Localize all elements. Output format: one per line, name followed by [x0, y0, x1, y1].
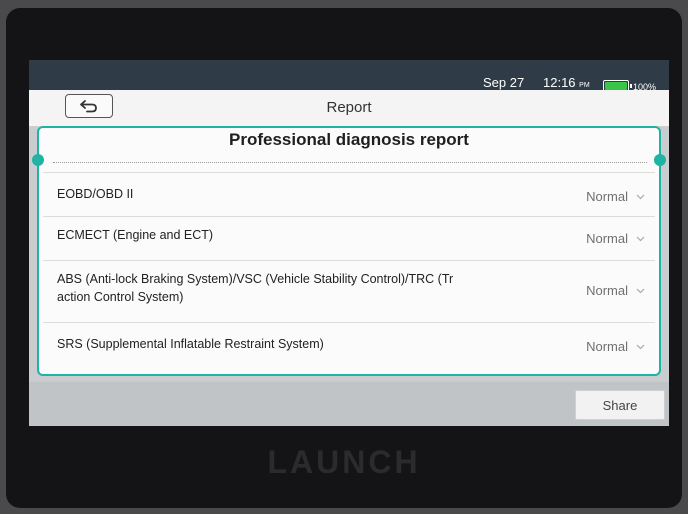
chevron-down-icon — [636, 236, 645, 241]
title-divider — [53, 162, 647, 163]
chevron-down-icon — [636, 344, 645, 349]
page-title: Report — [326, 99, 372, 116]
battery-cap — [630, 84, 632, 88]
status-bar: Sep 27 12:16 PM 100% — [29, 60, 669, 92]
status-value: Normal — [586, 231, 628, 246]
chevron-down-icon — [636, 288, 645, 293]
report-row-abs[interactable]: ABS (Anti-lock Braking System)/VSC (Vehi… — [43, 260, 655, 321]
chevron-down-icon — [636, 194, 645, 199]
report-row-ecmect[interactable]: ECMECT (Engine and ECT) Normal — [43, 216, 655, 259]
card-notch-right — [654, 154, 666, 166]
device-brand-logo: LAUNCH — [267, 444, 421, 480]
status-value: Normal — [586, 189, 628, 204]
status-ampm: PM — [579, 82, 590, 89]
row-label-line2: action Control System) — [57, 290, 184, 304]
status-value: Normal — [586, 283, 628, 298]
share-button[interactable]: Share — [575, 390, 665, 420]
status-dropdown[interactable]: Normal — [586, 283, 645, 298]
report-card: Professional diagnosis report EOBD/OBD I… — [32, 126, 666, 376]
app-header: Report — [29, 90, 669, 127]
report-title: Professional diagnosis report — [229, 130, 469, 149]
status-dropdown[interactable]: Normal — [586, 339, 645, 354]
status-dropdown[interactable]: Normal — [586, 189, 645, 204]
row-label: ECMECT (Engine and ECT) — [57, 228, 214, 242]
battery-fill — [605, 82, 627, 90]
row-label: EOBD/OBD II — [57, 187, 134, 201]
bottom-toolbar: Share — [29, 382, 669, 426]
status-time: 12:16 PM — [543, 75, 590, 90]
row-label-line1: ABS (Anti-lock Braking System)/VSC (Vehi… — [57, 272, 454, 286]
report-row-srs[interactable]: SRS (Supplemental Inflatable Restraint S… — [43, 322, 655, 373]
status-time-value: 12:16 — [543, 75, 576, 90]
status-dropdown[interactable]: Normal — [586, 231, 645, 246]
report-row-eobd[interactable]: EOBD/OBD II Normal — [43, 172, 655, 215]
status-value: Normal — [586, 339, 628, 354]
row-label: SRS (Supplemental Inflatable Restraint S… — [57, 337, 324, 351]
card-notch-left — [32, 154, 44, 166]
device-screen: Sep 27 12:16 PM 100% Report Professional… — [29, 60, 669, 426]
status-date: Sep 27 — [483, 75, 525, 90]
